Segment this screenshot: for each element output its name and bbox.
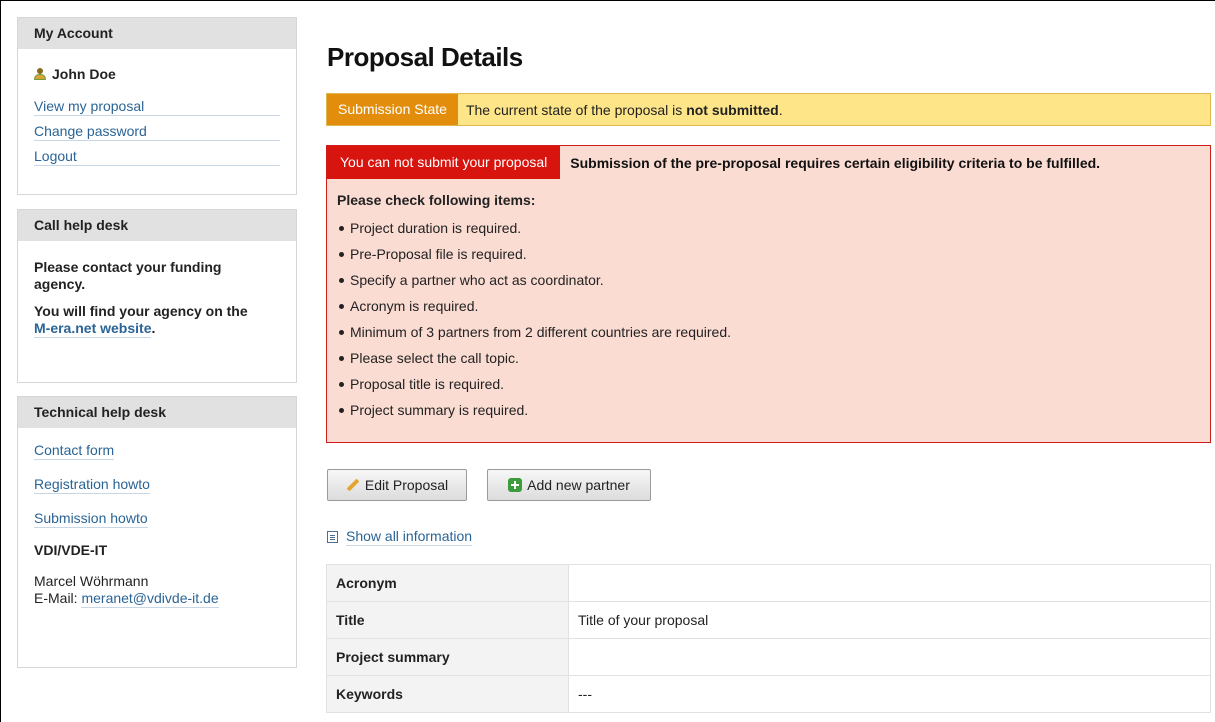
call-help-contact-text: Please contact your funding agency. bbox=[34, 259, 222, 292]
add-new-partner-button[interactable]: Add new partner bbox=[487, 469, 651, 501]
table-value: Title of your proposal bbox=[568, 601, 1211, 639]
call-help-heading: Call help desk bbox=[18, 210, 296, 241]
list-item: Acronym is required. bbox=[337, 298, 1210, 315]
user-info: John Doe bbox=[34, 66, 280, 82]
table-value bbox=[568, 564, 1211, 602]
table-key: Title bbox=[326, 601, 569, 639]
cannot-submit-tag: You can not submit your proposal bbox=[327, 146, 561, 179]
table-row: Project summary bbox=[326, 638, 1211, 676]
list-item: Minimum of 3 partners from 2 different c… bbox=[337, 324, 1210, 341]
list-item: Pre-Proposal file is required. bbox=[337, 246, 1210, 263]
user-icon bbox=[34, 67, 46, 81]
list-item: Specify a partner who act as coordinator… bbox=[337, 272, 1210, 289]
list-item: Project duration is required. bbox=[337, 220, 1210, 237]
m-era-website-link[interactable]: M-era.net website bbox=[34, 320, 152, 338]
contact-email-link[interactable]: meranet@vdivde-it.de bbox=[81, 590, 219, 608]
registration-howto-link[interactable]: Registration howto bbox=[34, 476, 150, 494]
contact-person: Marcel Wöhrmann bbox=[34, 573, 149, 589]
submission-howto-link[interactable]: Submission howto bbox=[34, 510, 148, 528]
org-name: VDI/VDE-IT bbox=[34, 542, 108, 558]
change-password-link[interactable]: Change password bbox=[34, 123, 280, 141]
show-all-information[interactable]: Show all information bbox=[327, 528, 473, 546]
edit-proposal-button[interactable]: Edit Proposal bbox=[327, 469, 467, 501]
table-key: Acronym bbox=[326, 564, 569, 602]
contact-form-link[interactable]: Contact form bbox=[34, 442, 115, 460]
add-new-partner-label: Add new partner bbox=[527, 477, 630, 493]
proposal-info-table: Acronym Title Title of your proposal Pro… bbox=[326, 564, 1211, 713]
submission-state-bar: Submission State The current state of th… bbox=[326, 93, 1211, 126]
technical-help-heading: Technical help desk bbox=[18, 397, 296, 428]
call-help-desk-box: Call help desk Please contact your fundi… bbox=[17, 209, 297, 383]
table-row: Keywords --- bbox=[326, 675, 1211, 713]
call-help-agency-text: You will find your agency on the M-era.n… bbox=[34, 303, 248, 338]
list-item: Please select the call topic. bbox=[337, 350, 1210, 367]
list-item: Proposal title is required. bbox=[337, 376, 1210, 393]
submission-state-tag: Submission State bbox=[327, 94, 458, 125]
eligibility-message: Submission of the pre-proposal requires … bbox=[570, 154, 1101, 171]
submission-status: not submitted bbox=[686, 101, 779, 118]
logout-link[interactable]: Logout bbox=[34, 148, 280, 166]
table-row: Title Title of your proposal bbox=[326, 601, 1211, 639]
submission-error-box: You can not submit your proposal Submiss… bbox=[326, 145, 1211, 443]
pencil-icon bbox=[346, 478, 360, 492]
my-account-box: My Account John Doe View my proposal Cha… bbox=[17, 17, 297, 195]
window-top-border bbox=[0, 0, 1215, 1]
check-items-heading: Please check following items: bbox=[337, 192, 536, 208]
edit-proposal-label: Edit Proposal bbox=[364, 477, 449, 493]
submission-state-message: The current state of the proposal is not… bbox=[465, 101, 783, 118]
page-title: Proposal Details bbox=[327, 42, 523, 72]
show-all-information-link[interactable]: Show all information bbox=[346, 528, 473, 546]
user-name: John Doe bbox=[52, 66, 116, 82]
missing-items-list: Project duration is required. Pre-Propos… bbox=[327, 220, 1210, 419]
my-account-heading: My Account bbox=[18, 18, 296, 49]
view-proposal-link[interactable]: View my proposal bbox=[34, 98, 280, 116]
plus-icon bbox=[508, 478, 523, 492]
document-icon bbox=[327, 531, 338, 543]
table-value bbox=[568, 638, 1211, 676]
contact-email-row: E-Mail: meranet@vdivde-it.de bbox=[34, 590, 219, 608]
window-left-border bbox=[0, 0, 1, 722]
table-value: --- bbox=[568, 675, 1211, 713]
table-key: Project summary bbox=[326, 638, 569, 676]
table-key: Keywords bbox=[326, 675, 569, 713]
table-row: Acronym bbox=[326, 564, 1211, 602]
list-item: Project summary is required. bbox=[337, 402, 1210, 419]
technical-help-desk-box: Technical help desk Contact form Registr… bbox=[17, 396, 297, 668]
